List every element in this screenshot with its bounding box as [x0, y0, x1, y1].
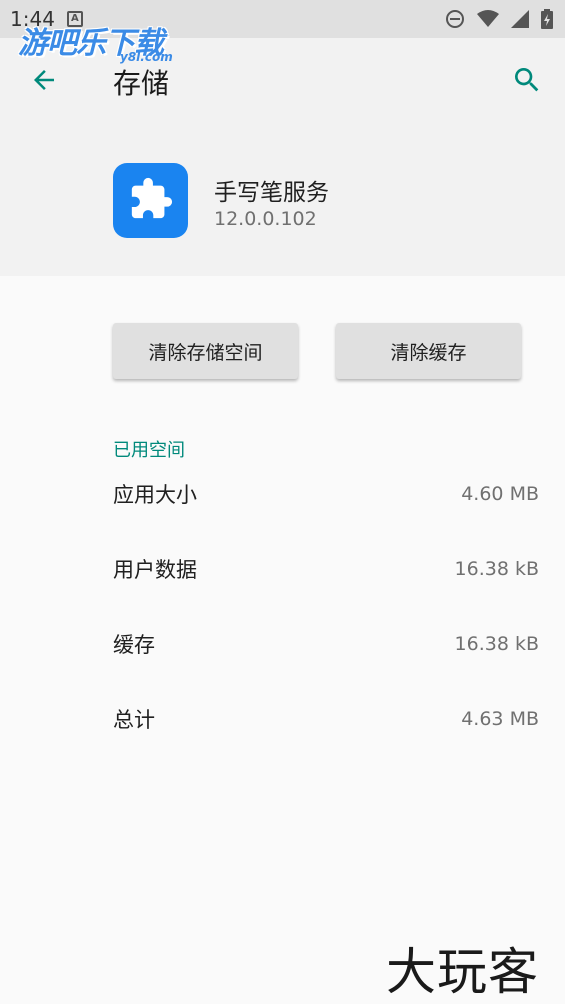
arrow-left-icon [29, 65, 59, 99]
puzzle-piece-icon [128, 176, 174, 226]
clear-cache-button[interactable]: 清除缓存 [336, 323, 521, 379]
page-title: 存储 [113, 67, 170, 100]
row-label: 总计 [113, 708, 155, 732]
row-label: 应用大小 [113, 483, 197, 507]
back-button[interactable] [22, 60, 66, 104]
row-label: 用户数据 [113, 558, 197, 582]
row-value: 4.63 MB [461, 708, 539, 730]
app-name: 手写笔服务 [214, 180, 329, 206]
storage-row-cache: 缓存 16.38 kB [113, 624, 539, 664]
section-title-space-used: 已用空间 [113, 440, 185, 461]
row-value: 16.38 kB [454, 633, 539, 655]
status-icons [445, 9, 553, 29]
watermark-logo-top-url: y8l.com [120, 50, 173, 64]
search-icon [511, 64, 543, 100]
row-value: 16.38 kB [454, 558, 539, 580]
app-icon [113, 163, 188, 238]
search-button[interactable] [505, 60, 549, 104]
signal-icon [511, 10, 529, 28]
app-version: 12.0.0.102 [214, 208, 317, 230]
row-label: 缓存 [113, 633, 155, 657]
battery-icon [541, 9, 553, 29]
clear-storage-button[interactable]: 清除存储空间 [113, 323, 298, 379]
storage-row-app-size: 应用大小 4.60 MB [113, 474, 539, 514]
app-header: 存储 手写笔服务 12.0.0.102 [0, 38, 565, 276]
watermark-logo-bottom: 大玩客 [386, 943, 539, 1001]
storage-row-total: 总计 4.63 MB [113, 699, 539, 739]
storage-row-user-data: 用户数据 16.38 kB [113, 549, 539, 589]
wifi-icon [477, 10, 499, 28]
do-not-disturb-icon [445, 9, 465, 29]
row-value: 4.60 MB [461, 483, 539, 505]
